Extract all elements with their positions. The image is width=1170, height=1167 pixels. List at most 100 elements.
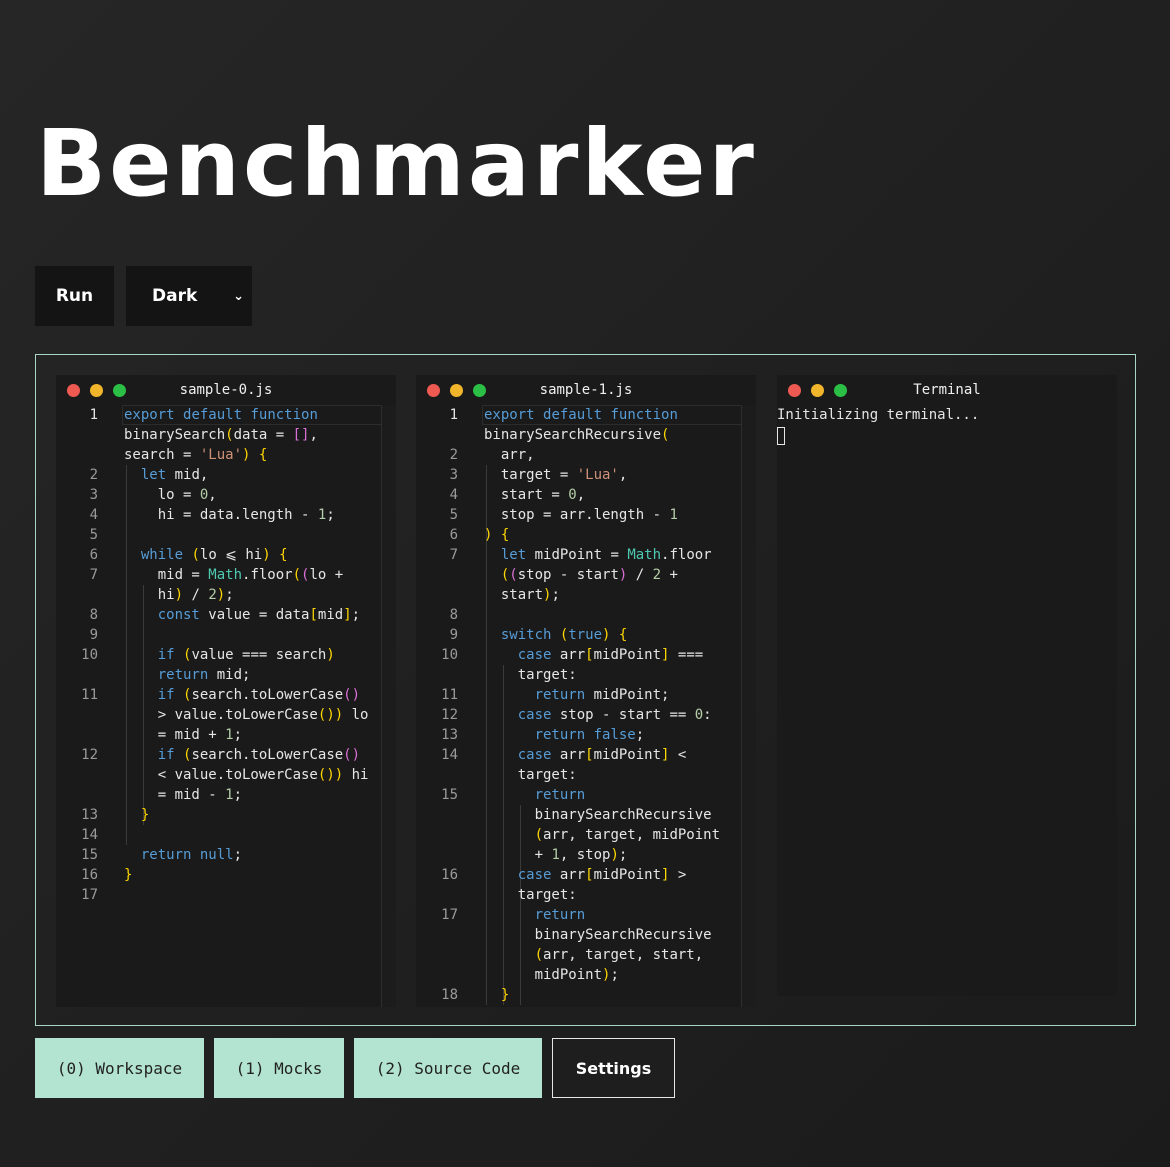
code-line: 12 if (search.toLowerCase(): [56, 745, 396, 765]
code-text: return mid;: [157, 667, 251, 683]
code-line: 7 let midPoint = Math.floor: [416, 545, 756, 565]
code-text: + 1, stop);: [484, 847, 628, 863]
code-line: 4 hi = data.length - 1;: [56, 505, 396, 525]
code-text: return: [534, 787, 586, 803]
line-number: 11: [81, 687, 98, 703]
code-text: binarySearchRecursive: [484, 807, 712, 823]
line-number: 1: [449, 407, 458, 423]
line-number: [416, 925, 458, 945]
line-number: 6: [89, 547, 98, 563]
theme-select[interactable]: Dark ⌄: [126, 266, 252, 326]
code-line: binarySearchRecursive(: [416, 425, 756, 445]
code-text: return: [534, 907, 586, 923]
line-number: 6: [449, 527, 458, 543]
tab-settings[interactable]: Settings: [552, 1038, 675, 1098]
code-line: binarySearchRecursive: [416, 805, 756, 825]
code-line: 10 case arr[midPoint] ===: [416, 645, 756, 665]
code-text: lo = 0,: [124, 487, 217, 503]
line-number: [56, 705, 98, 725]
line-number: 14: [81, 827, 98, 843]
code-line: 10 if (value === search): [56, 645, 396, 665]
line-number: 17: [441, 907, 458, 923]
code-line: 17: [56, 885, 396, 905]
code-text: target:: [484, 887, 577, 903]
code-text: case stop - start == 0:: [517, 707, 712, 723]
code-line: 13 return false;: [416, 725, 756, 745]
line-number: 7: [449, 547, 458, 563]
code-text: if (search.toLowerCase(): [157, 687, 361, 703]
run-button[interactable]: Run: [35, 266, 114, 326]
theme-select-value: Dark: [152, 286, 198, 306]
line-number: 17: [81, 887, 98, 903]
code-text: export default function: [484, 407, 678, 423]
code-line: ((stop - start) / 2 +: [416, 565, 756, 585]
code-text: hi) / 2);: [124, 587, 234, 603]
editor-scrollbar[interactable]: [381, 405, 396, 1007]
code-text: while (lo ⩽ hi) {: [140, 547, 288, 563]
code-line: = mid + 1;: [56, 725, 396, 745]
code-line: 14: [56, 825, 396, 845]
tab-source-code[interactable]: (2) Source Code: [354, 1038, 542, 1098]
line-number: 4: [89, 507, 98, 523]
code-line: = mid - 1;: [56, 785, 396, 805]
code-line: binarySearchRecursive: [416, 925, 756, 945]
code-text: target:: [484, 767, 577, 783]
code-line: 1 export default function: [56, 405, 396, 425]
line-number: [416, 845, 458, 865]
editor-pane-1[interactable]: sample-1.js 1 export default function bina…: [416, 375, 756, 1007]
line-number: 14: [441, 747, 458, 763]
tab-mocks[interactable]: (1) Mocks: [214, 1038, 344, 1098]
code-line: 9: [56, 625, 396, 645]
code-text: case arr[midPoint] >: [517, 867, 687, 883]
code-line: target:: [416, 665, 756, 685]
line-number: [416, 945, 458, 965]
code-line: midPoint);: [416, 965, 756, 985]
code-line: target:: [416, 885, 756, 905]
code-text: midPoint);: [484, 967, 619, 983]
editor-pane-0[interactable]: sample-0.js 1 export default function bina…: [56, 375, 396, 1007]
code-line: 17 return: [416, 905, 756, 925]
code-text: arr,: [484, 447, 535, 463]
code-line: 15 return: [416, 785, 756, 805]
line-number: 1: [89, 407, 98, 423]
line-number: [416, 585, 458, 605]
editor-scrollbar[interactable]: [741, 405, 756, 1007]
tab-workspace[interactable]: (0) Workspace: [35, 1038, 204, 1098]
bottom-tabs: (0) Workspace (1) Mocks (2) Source Code …: [35, 1038, 675, 1098]
code-text: if (search.toLowerCase(): [157, 747, 361, 763]
line-number: 16: [81, 867, 98, 883]
code-area[interactable]: 1 export default function binarySearchRecu…: [416, 405, 756, 1007]
code-area[interactable]: 1 export default function binarySearch(dat…: [56, 405, 396, 1007]
code-text: binarySearchRecursive: [484, 927, 712, 943]
line-number: [416, 665, 458, 685]
line-number: 11: [441, 687, 458, 703]
code-line: return mid;: [56, 665, 396, 685]
code-line: + 1, stop);: [416, 845, 756, 865]
code-line: binarySearch(data = [],: [56, 425, 396, 445]
code-line: 3 target = 'Lua',: [416, 465, 756, 485]
terminal-output[interactable]: Initializing terminal...: [777, 405, 1117, 996]
code-text: start);: [484, 587, 560, 603]
code-text: switch (true) {: [500, 627, 628, 643]
line-number: [416, 565, 458, 585]
code-line: 5: [56, 525, 396, 545]
code-line: target:: [416, 765, 756, 785]
code-line: 1 export default function: [416, 405, 756, 425]
code-text: > value.toLowerCase()) lo: [124, 707, 369, 723]
code-line: search = 'Lua') {: [56, 445, 396, 465]
line-number: 13: [441, 727, 458, 743]
code-line: hi) / 2);: [56, 585, 396, 605]
code-text: }: [500, 987, 510, 1003]
code-text: mid = Math.floor((lo +: [124, 567, 344, 583]
line-number: 10: [81, 647, 98, 663]
code-text: if (value === search): [157, 647, 335, 663]
code-text: start = 0,: [484, 487, 586, 503]
app-title: Benchmarker: [36, 110, 757, 217]
code-text: hi = data.length - 1;: [124, 507, 335, 523]
terminal-pane[interactable]: Terminal Initializing terminal...: [777, 375, 1117, 996]
line-number: 2: [89, 467, 98, 483]
code-line: 7 mid = Math.floor((lo +: [56, 565, 396, 585]
code-line: 2 arr,: [416, 445, 756, 465]
line-number: [56, 785, 98, 805]
code-line: 15 return null;: [56, 845, 396, 865]
